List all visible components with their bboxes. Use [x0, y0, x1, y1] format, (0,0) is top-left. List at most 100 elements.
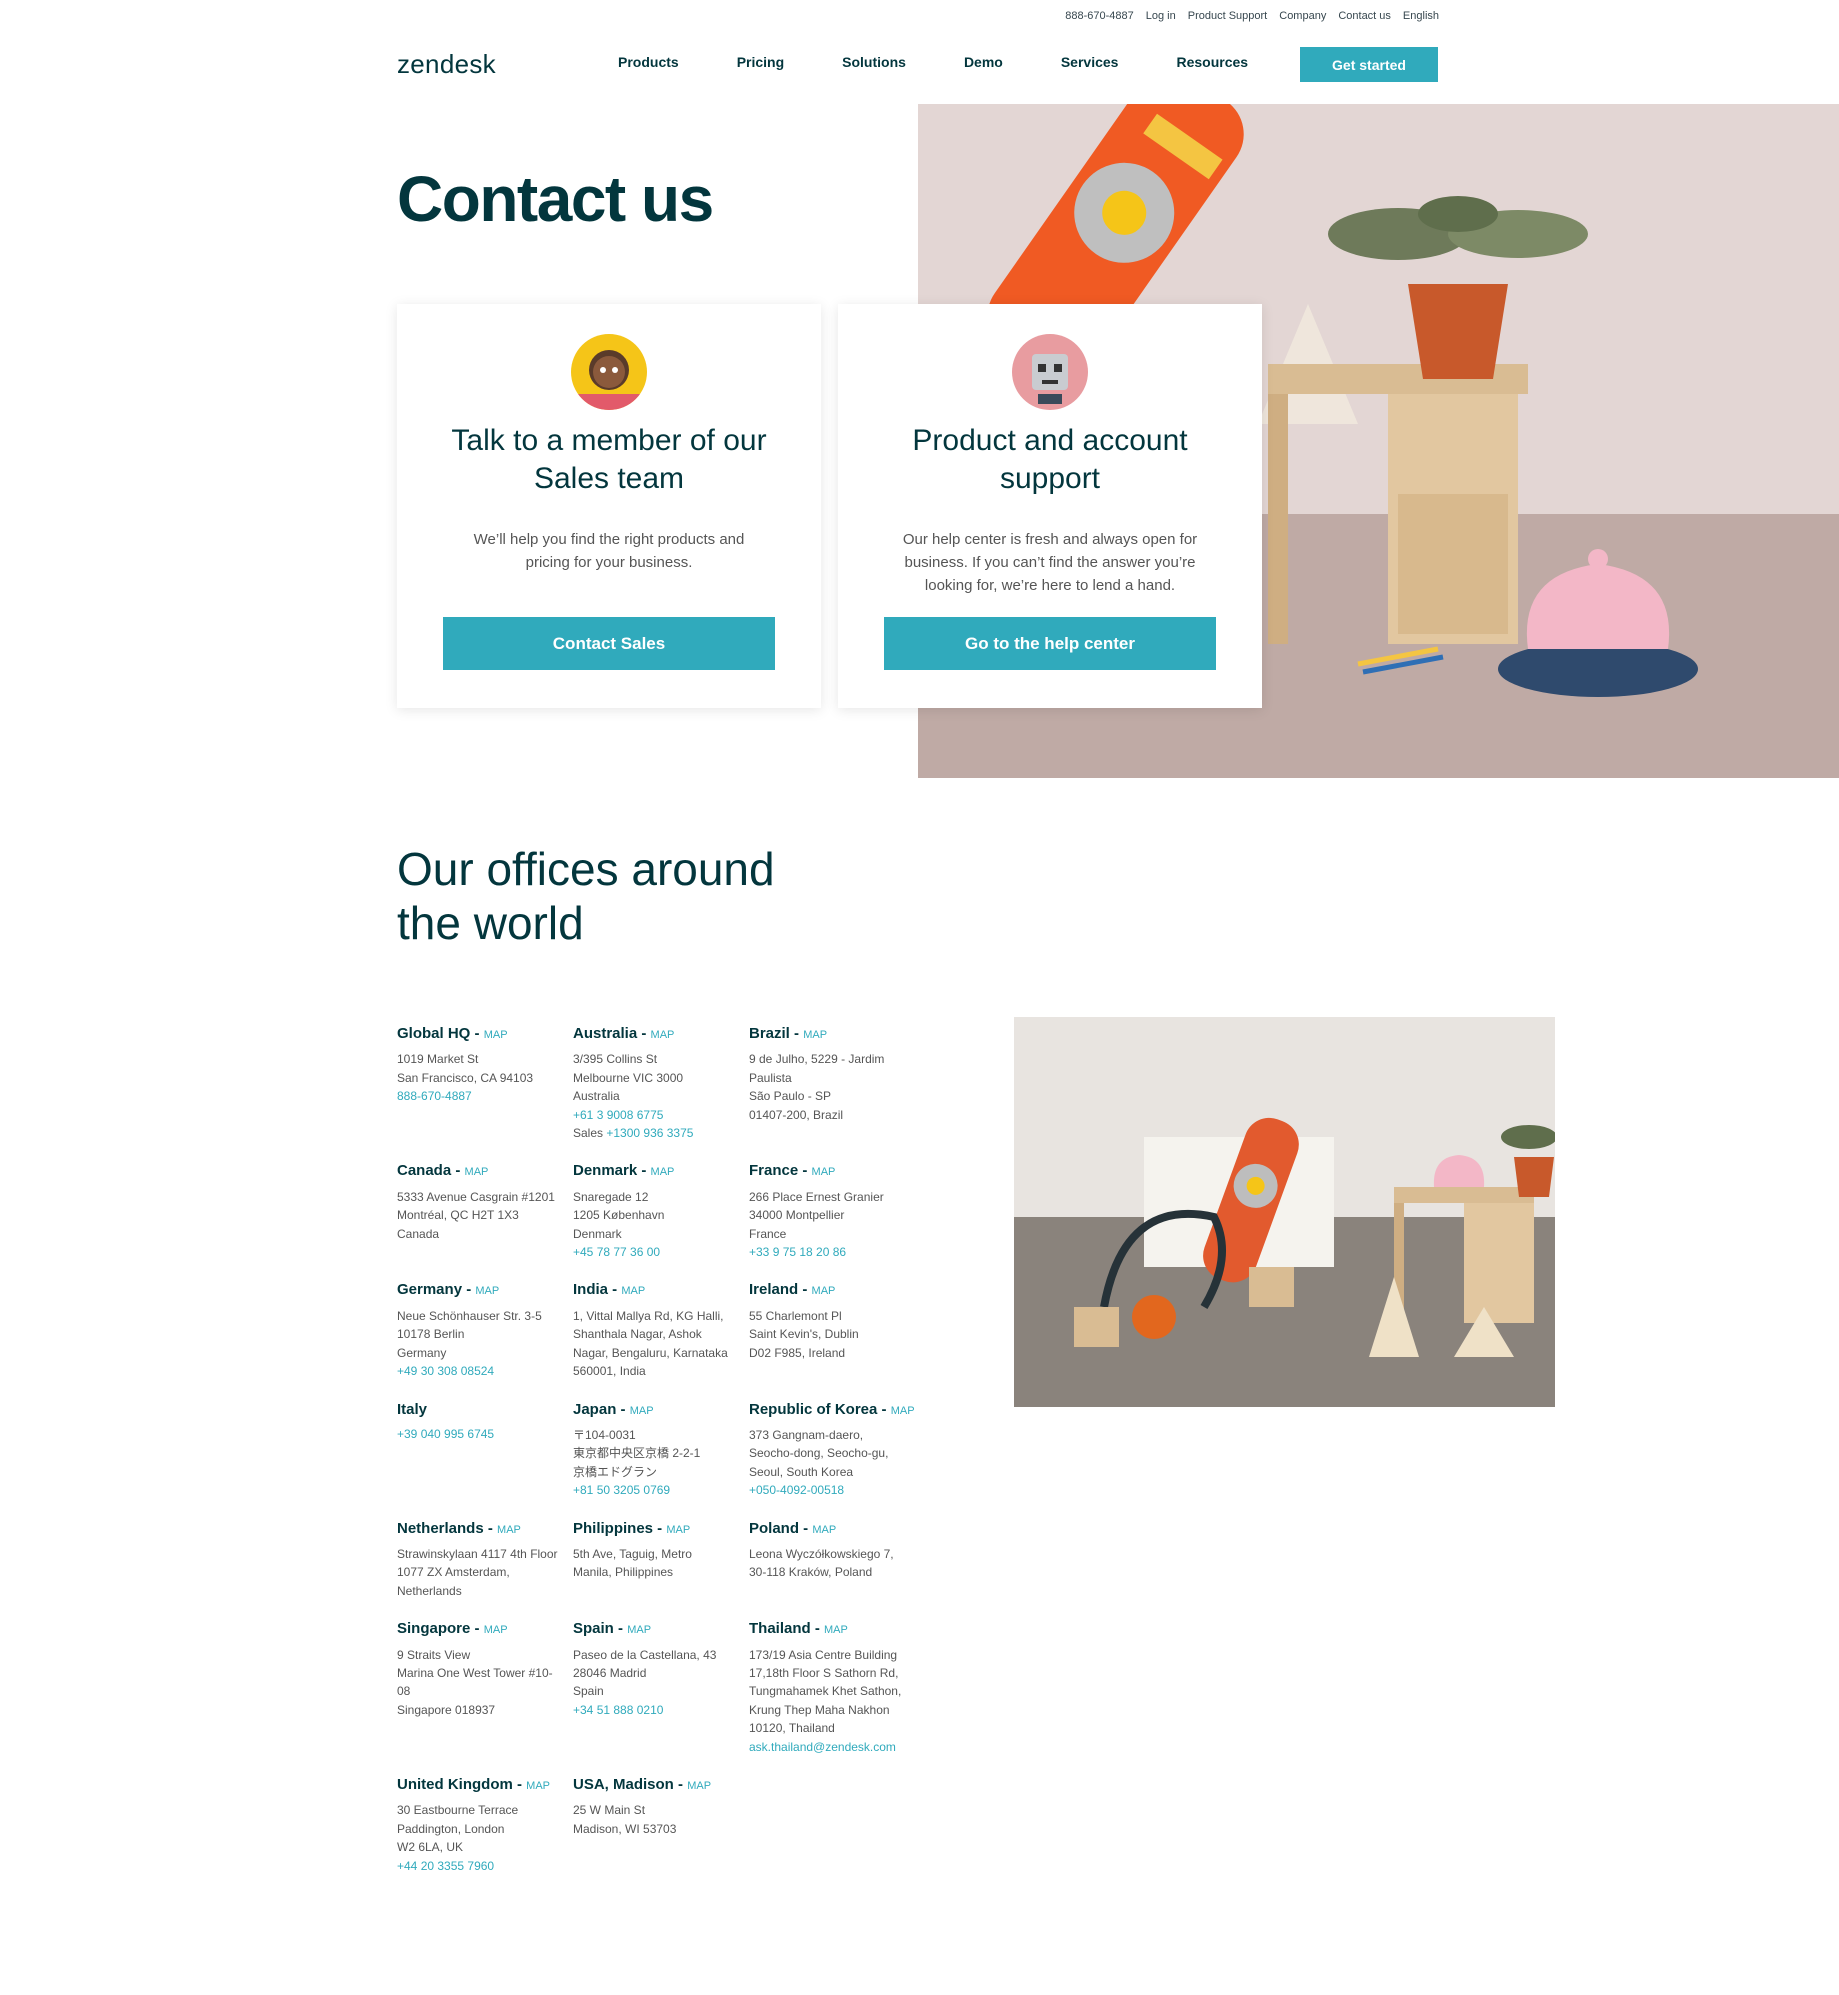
office-address-line: Singapore 018937: [397, 1702, 496, 1717]
office-separator: -: [637, 1162, 651, 1180]
office-contact-link[interactable]: ask.thailand@zendesk.com: [749, 1738, 925, 1756]
utility-company-link[interactable]: Company: [1279, 10, 1326, 22]
nav-pricing[interactable]: Pricing: [737, 54, 784, 70]
contact-sales-button[interactable]: Contact Sales: [443, 617, 775, 670]
office-name: Denmark: [573, 1162, 638, 1180]
get-started-button[interactable]: Get started: [1300, 47, 1438, 82]
office-address-line: San Francisco, CA 94103: [397, 1070, 534, 1085]
office-contact-link[interactable]: +33 9 75 18 20 86: [749, 1243, 925, 1261]
office-contact-link[interactable]: +49 30 308 08524: [397, 1362, 573, 1380]
office-separator: -: [810, 1620, 825, 1638]
office-map-link[interactable]: MAP: [621, 1285, 645, 1297]
office-map-link[interactable]: MAP: [651, 1166, 675, 1178]
office-heading: United Kingdom - MAP: [397, 1776, 573, 1795]
office-address-line: Madison, WI 53703: [573, 1821, 677, 1836]
office-address-line: 28046 Madrid: [573, 1665, 647, 1680]
office-map-link[interactable]: MAP: [497, 1524, 521, 1536]
office-item: Japan - MAP 〒104-0031 東京都中央区京橋 2-2-1 京橋エドグラ…: [573, 1401, 749, 1500]
office-map-link[interactable]: MAP: [627, 1624, 651, 1636]
office-name: USA, Madison: [573, 1776, 674, 1793]
office-map-link[interactable]: MAP: [666, 1524, 690, 1536]
office-address-line: D02 F985, Ireland: [749, 1345, 846, 1360]
office-address-line: Manila, Philippines: [573, 1565, 674, 1580]
office-item: Germany - MAP Neue Schönhauser Str. 3-5 10…: [397, 1281, 573, 1380]
office-name: Spain: [573, 1620, 614, 1638]
office-contact-link[interactable]: +34 51 888 0210: [573, 1701, 749, 1719]
office-address-line: 〒104-0031: [573, 1427, 636, 1442]
office-contact-link[interactable]: +81 50 3205 0769: [573, 1481, 749, 1499]
office-map-link[interactable]: MAP: [824, 1624, 848, 1636]
main-nav: Products Pricing Solutions Demo Services…: [618, 54, 1306, 70]
office-separator: -: [798, 1281, 812, 1299]
office-map-link[interactable]: MAP: [475, 1285, 499, 1297]
office-contact-link[interactable]: 888-670-4887: [397, 1087, 573, 1105]
office-map-link[interactable]: MAP: [812, 1166, 836, 1178]
office-address-line: 1077 ZX Amsterdam,: [397, 1565, 510, 1580]
office-map-link[interactable]: MAP: [803, 1029, 827, 1041]
office-address-line: 34000 Montpellier: [749, 1208, 845, 1223]
page-title: Contact us: [397, 163, 714, 235]
office-heading: Global HQ - MAP: [397, 1025, 573, 1044]
office-name: Canada: [397, 1162, 452, 1180]
nav-services[interactable]: Services: [1061, 54, 1119, 70]
office-address-line: Seocho-dong, Seocho-gu,: [749, 1446, 889, 1461]
zendesk-logo[interactable]: zendesk: [397, 49, 496, 80]
utility-login-link[interactable]: Log in: [1146, 10, 1176, 22]
utility-product-support-link[interactable]: Product Support: [1188, 10, 1268, 22]
office-contact-link[interactable]: +39 040 995 6745: [397, 1425, 573, 1443]
office-address-line: Saint Kevin's, Dublin: [749, 1327, 859, 1342]
utility-phone-link[interactable]: 888-670-4887: [1065, 10, 1134, 22]
office-heading: Italy: [397, 1401, 573, 1419]
office-map-link[interactable]: MAP: [465, 1166, 489, 1178]
support-robot-avatar-icon: [1012, 334, 1088, 410]
office-item: Australia - MAP 3/395 Collins St Melbourne…: [573, 1025, 749, 1142]
help-center-button[interactable]: Go to the help center: [884, 617, 1216, 670]
nav-products[interactable]: Products: [618, 54, 679, 70]
office-heading: Thailand - MAP: [749, 1620, 925, 1639]
sales-card: Talk to a member of our Sales team We’ll…: [397, 304, 821, 708]
office-sales-phone-link[interactable]: +1300 936 3375: [606, 1126, 693, 1140]
office-address-line: Spain: [573, 1684, 604, 1699]
nav-demo[interactable]: Demo: [964, 54, 1003, 70]
office-item: USA, Madison - MAP 25 W Main St Madison, W…: [573, 1776, 749, 1875]
office-address-line: W2 6LA, UK: [397, 1840, 464, 1855]
nav-resources[interactable]: Resources: [1176, 54, 1248, 70]
office-map-link[interactable]: MAP: [484, 1029, 508, 1041]
office-item: Netherlands - MAP Strawinskylaan 4117 4th…: [397, 1520, 573, 1601]
office-map-link[interactable]: MAP: [484, 1624, 508, 1636]
office-address-line: 30-118 Kraków, Poland: [749, 1565, 873, 1580]
office-map-link[interactable]: MAP: [630, 1405, 654, 1417]
office-address-line: Strawinskylaan 4117 4th Floor: [397, 1546, 558, 1561]
office-name: Australia: [573, 1025, 638, 1042]
nav-solutions[interactable]: Solutions: [842, 54, 906, 70]
office-item: Brazil - MAP 9 de Julho, 5229 - Jardim Pau…: [749, 1025, 925, 1142]
utility-contact-link[interactable]: Contact us: [1338, 10, 1391, 22]
office-map-link[interactable]: MAP: [526, 1780, 550, 1792]
office-address-line: Melbourne VIC 3000: [573, 1070, 684, 1085]
office-separator: -: [608, 1281, 622, 1299]
office-heading: Poland - MAP: [749, 1520, 925, 1539]
utility-language-link[interactable]: English: [1403, 10, 1439, 22]
office-address-line: 京橋エドグラン: [573, 1464, 658, 1479]
office-heading: Republic of Korea - MAP: [749, 1401, 925, 1420]
office-item: India - MAP 1, Vittal Mallya Rd, KG Halli…: [573, 1281, 749, 1380]
office-item: France - MAP 266 Place Ernest Granier 3400…: [749, 1162, 925, 1261]
office-separator: -: [789, 1025, 804, 1042]
office-item: Global HQ - MAP 1019 Market St San Francis…: [397, 1025, 573, 1142]
office-contact-link[interactable]: +61 3 9008 6775: [573, 1106, 749, 1124]
office-map-link[interactable]: MAP: [651, 1029, 675, 1041]
office-contact-link[interactable]: +45 78 77 36 00: [573, 1243, 749, 1261]
office-contact-link[interactable]: +44 20 3355 7960: [397, 1857, 573, 1875]
office-address-line: São Paulo - SP: [749, 1089, 832, 1104]
office-contact-link[interactable]: +050-4092-00518: [749, 1481, 925, 1499]
office-map-link[interactable]: MAP: [812, 1524, 836, 1536]
office-separator: -: [451, 1162, 465, 1180]
office-address-line: Marina One West Tower #10-: [397, 1665, 553, 1680]
support-card: Product and account support Our help cen…: [838, 304, 1262, 708]
office-map-link[interactable]: MAP: [891, 1405, 915, 1417]
office-address-line: 560001, India: [573, 1364, 646, 1379]
utility-nav: 888-670-4887 Log in Product Support Comp…: [1065, 10, 1439, 22]
office-map-link[interactable]: MAP: [687, 1780, 711, 1792]
office-map-link[interactable]: MAP: [812, 1285, 836, 1297]
office-address-line: Montréal, QC H2T 1X3: [397, 1208, 519, 1223]
